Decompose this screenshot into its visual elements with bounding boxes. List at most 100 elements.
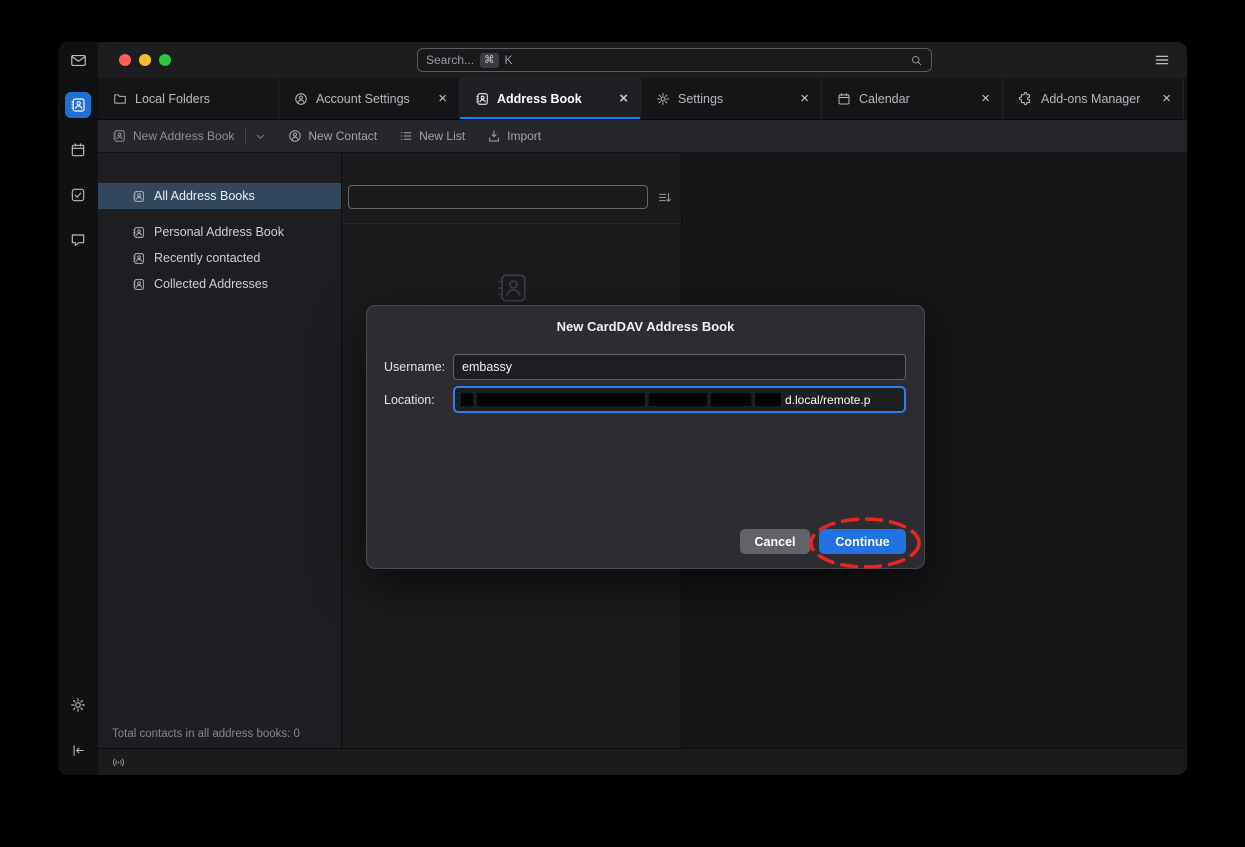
chevron-down-icon[interactable] [255, 131, 266, 142]
dialog-buttons: Cancel Continue [740, 529, 906, 554]
address-book-icon [112, 129, 126, 143]
import-button[interactable]: Import [487, 129, 541, 143]
address-book-icon [70, 97, 86, 113]
gear-icon [70, 697, 86, 713]
broadcast-status-icon[interactable] [111, 755, 126, 770]
address-book-icon [132, 278, 145, 291]
hamburger-icon [1154, 52, 1170, 68]
contacts-list-header [342, 153, 681, 209]
contacts-search-input[interactable] [348, 185, 648, 209]
address-book-icon [132, 190, 145, 203]
collapse-rail-button[interactable] [65, 737, 91, 763]
username-row: Username: [384, 354, 906, 380]
book-row-personal[interactable]: Personal Address Book [98, 219, 341, 245]
total-contacts-status: Total contacts in all address books: 0 [112, 728, 300, 740]
address-book-icon [132, 226, 145, 239]
new-address-book-button[interactable]: New Address Book [112, 128, 266, 144]
settings-button[interactable] [65, 692, 91, 718]
contacts-list-separator [342, 223, 681, 224]
tab-label: Local Folders [135, 92, 210, 106]
cancel-button[interactable]: Cancel [740, 529, 810, 554]
mail-icon [70, 52, 87, 69]
tab-bar: Local Folders Account Settings × Address… [98, 78, 1187, 120]
tab-close-icon[interactable]: × [979, 91, 992, 106]
tasks-icon [70, 187, 86, 203]
continue-button[interactable]: Continue [819, 529, 906, 554]
book-row-label: Collected Addresses [154, 277, 268, 291]
location-label: Location: [384, 393, 453, 407]
calendar-icon [70, 142, 86, 158]
tab-calendar[interactable]: Calendar × [822, 78, 1003, 119]
redaction-bar [649, 393, 707, 406]
redaction-bar [755, 393, 781, 406]
redaction-bar [461, 393, 473, 406]
address-book-icon [475, 92, 489, 106]
tab-close-icon[interactable]: × [798, 91, 811, 106]
chat-icon [70, 232, 86, 248]
zoom-window-button[interactable] [159, 54, 171, 66]
cmd-key-badge: ⌘ [480, 53, 499, 68]
tab-label: Settings [678, 92, 723, 106]
folder-icon [113, 92, 127, 106]
tab-close-icon[interactable]: × [617, 91, 630, 106]
book-row-label: Recently contacted [154, 251, 260, 265]
new-list-button[interactable]: New List [399, 129, 465, 143]
tab-settings[interactable]: Settings × [641, 78, 822, 119]
calendar-icon [837, 92, 851, 106]
tab-addons-manager[interactable]: Add-ons Manager × [1003, 78, 1184, 119]
button-divider [245, 128, 246, 144]
titlebar: Search... ⌘ K [98, 42, 1187, 78]
minimize-window-button[interactable] [139, 54, 151, 66]
tab-local-folders[interactable]: Local Folders [98, 78, 279, 119]
addons-puzzle-icon [1018, 91, 1033, 106]
collapse-arrow-icon [71, 743, 86, 758]
book-row-label: All Address Books [154, 189, 255, 203]
tab-account-settings[interactable]: Account Settings × [279, 78, 460, 119]
address-book-space-button[interactable] [65, 92, 91, 118]
address-book-toolbar: New Address Book New Contact New List [98, 120, 1187, 153]
book-row-label: Personal Address Book [154, 225, 284, 239]
book-row-collected-addresses[interactable]: Collected Addresses [98, 271, 341, 297]
username-label: Username: [384, 360, 453, 374]
address-book-icon [132, 252, 145, 265]
dialog-title: New CardDAV Address Book [367, 306, 924, 334]
gear-icon [656, 92, 670, 106]
new-list-label: New List [419, 129, 465, 143]
search-placeholder: Search... [426, 53, 474, 67]
close-window-button[interactable] [119, 54, 131, 66]
tab-address-book[interactable]: Address Book × [460, 78, 641, 119]
global-search-input[interactable]: Search... ⌘ K [417, 48, 932, 72]
new-address-book-label: New Address Book [133, 129, 234, 143]
import-icon [487, 129, 501, 143]
new-carddav-dialog: New CardDAV Address Book Username: Locat… [366, 305, 925, 569]
mail-space-button[interactable] [65, 47, 91, 73]
app-menu-button[interactable] [1154, 52, 1170, 68]
tab-label: Calendar [859, 92, 910, 106]
k-key-label: K [505, 53, 513, 67]
address-books-pane: All Address Books Personal Address Book … [98, 153, 342, 748]
chat-space-button[interactable] [65, 227, 91, 253]
display-options-button[interactable] [657, 190, 672, 205]
book-row-all-address-books[interactable]: All Address Books [98, 183, 341, 209]
new-contact-icon [288, 129, 302, 143]
tab-close-icon[interactable]: × [436, 91, 449, 106]
location-input[interactable]: d.local/remote.p [453, 386, 906, 413]
new-contact-button[interactable]: New Contact [288, 129, 377, 143]
new-contact-label: New Contact [308, 129, 377, 143]
username-input[interactable] [453, 354, 906, 380]
location-visible-text: d.local/remote.p [785, 393, 870, 407]
location-row: Location: d.local/remote.p [384, 386, 906, 413]
import-label: Import [507, 129, 541, 143]
tab-label: Account Settings [316, 92, 410, 106]
redaction-bar [477, 393, 645, 406]
book-row-recently-contacted[interactable]: Recently contacted [98, 245, 341, 271]
spaces-rail [58, 42, 98, 775]
redaction-bar [711, 393, 751, 406]
tab-close-icon[interactable]: × [1160, 91, 1173, 106]
traffic-lights [119, 54, 171, 66]
tasks-space-button[interactable] [65, 182, 91, 208]
calendar-space-button[interactable] [65, 137, 91, 163]
account-icon [294, 92, 308, 106]
tab-label: Address Book [497, 92, 582, 106]
status-bar [98, 748, 1187, 775]
